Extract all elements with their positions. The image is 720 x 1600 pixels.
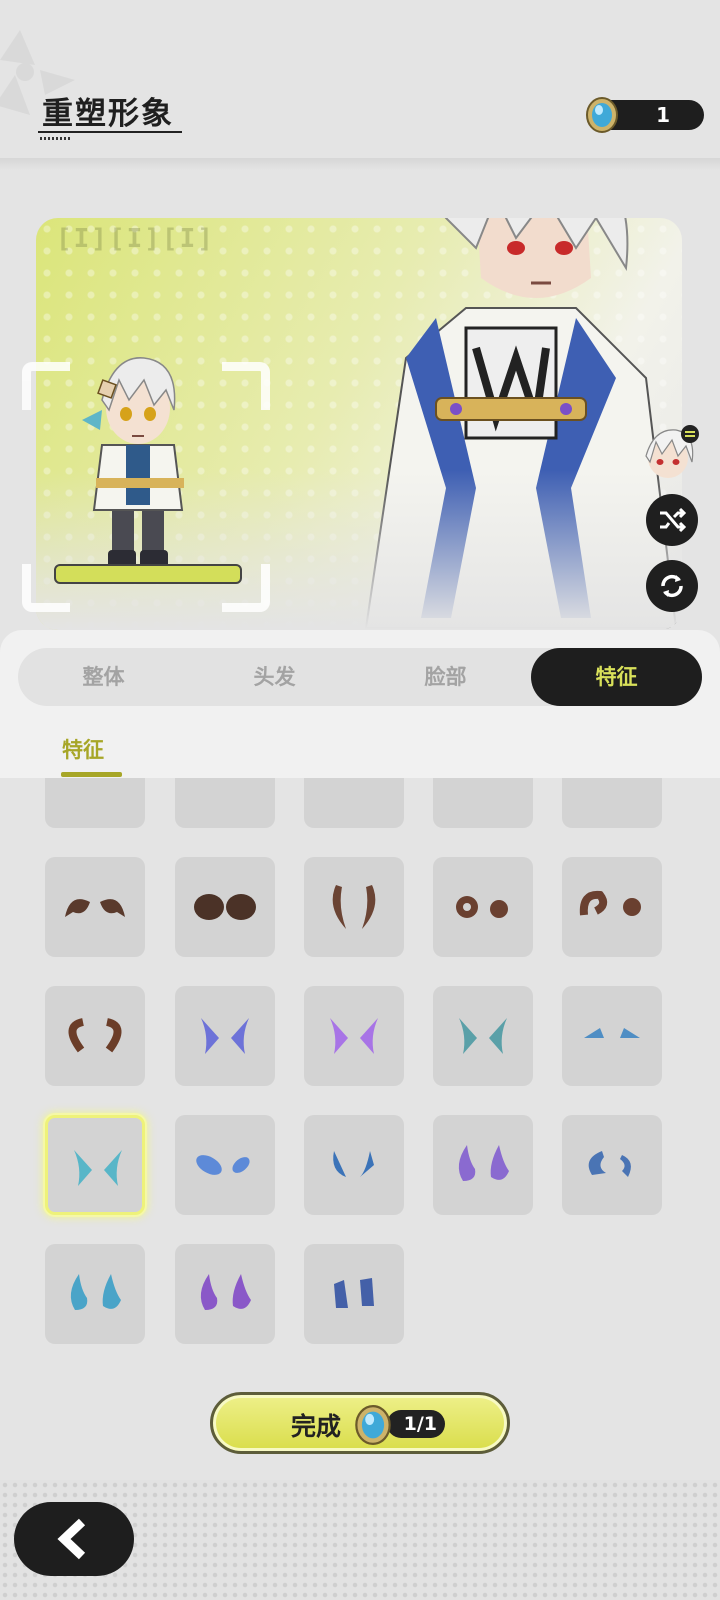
feature-grid — [0, 778, 720, 1348]
feature-item[interactable] — [175, 1115, 275, 1215]
stage-label: [I][I][I] — [56, 224, 215, 254]
ram-horns-icon — [579, 890, 641, 916]
chibi-character[interactable] — [74, 350, 204, 580]
curled-horns-icon — [65, 899, 125, 917]
feather-icon — [333, 1151, 374, 1177]
tab-hair[interactable]: 头发 — [189, 648, 360, 706]
feature-item[interactable] — [45, 1244, 145, 1344]
feature-item[interactable] — [45, 1115, 145, 1215]
tab-face[interactable]: 脸部 — [360, 648, 531, 706]
tab-features[interactable]: 特征 — [531, 648, 702, 706]
item-partial-icon — [562, 778, 662, 828]
feature-item[interactable] — [175, 1244, 275, 1344]
feature-item[interactable] — [175, 778, 275, 828]
done-label: 完成 — [291, 1412, 342, 1441]
feature-item[interactable] — [175, 986, 275, 1086]
flame-horns-icon — [200, 1274, 251, 1310]
wings-icon — [74, 1150, 122, 1186]
currency-value: 1 — [656, 103, 670, 127]
feature-item[interactable] — [304, 778, 404, 828]
claw-horns-icon — [588, 1151, 631, 1177]
refresh-icon — [661, 574, 683, 598]
flame-horns-icon — [458, 1145, 509, 1181]
feature-item[interactable] — [562, 778, 662, 828]
long-horns-icon — [332, 885, 376, 929]
character-pedestal — [54, 564, 242, 584]
wings-icon — [201, 1018, 249, 1054]
title-underline — [38, 131, 182, 133]
item-partial-icon — [433, 778, 533, 828]
feature-item[interactable] — [304, 1115, 404, 1215]
feature-item[interactable] — [45, 986, 145, 1086]
subtab-features[interactable]: 特征 — [62, 734, 104, 764]
frame-corner — [222, 362, 270, 410]
feature-item[interactable] — [562, 1115, 662, 1215]
feature-item[interactable] — [433, 986, 533, 1086]
small-wings-icon — [584, 1028, 640, 1038]
feature-item[interactable] — [433, 857, 533, 957]
feature-item[interactable] — [304, 1244, 404, 1344]
hook-horns-icon — [68, 1018, 122, 1053]
randomize-button[interactable] — [646, 494, 698, 546]
feature-item[interactable] — [45, 778, 145, 828]
feature-item[interactable] — [304, 986, 404, 1086]
category-tab-bar: 整体 头发 脸部 特征 — [18, 648, 702, 706]
feature-item[interactable] — [45, 857, 145, 957]
avatar-portrait-icon[interactable] — [640, 424, 702, 480]
tab-overall[interactable]: 整体 — [18, 648, 189, 706]
frame-corner — [22, 362, 70, 410]
feature-item[interactable] — [433, 1115, 533, 1215]
leaf-wings-icon — [196, 1155, 250, 1175]
crystal-horns-icon — [334, 1278, 374, 1308]
cost-value: 1/1 — [403, 1413, 437, 1435]
crystal-cost-icon — [355, 1405, 391, 1445]
crystal-currency-icon — [586, 97, 618, 133]
wings-icon — [459, 1018, 507, 1054]
wings-icon — [330, 1018, 378, 1054]
subtab-indicator — [61, 772, 122, 777]
reset-button[interactable] — [646, 560, 698, 612]
feature-item[interactable] — [175, 857, 275, 957]
done-button[interactable]: 完成 1/1 — [210, 1392, 510, 1454]
back-button[interactable] — [14, 1502, 134, 1576]
title-dots — [40, 137, 72, 140]
item-partial-icon — [45, 778, 145, 828]
back-arrow-icon — [57, 1518, 86, 1560]
feature-item[interactable] — [562, 986, 662, 1086]
flame-horns-icon — [70, 1274, 121, 1310]
cost-pill: 1/1 — [387, 1410, 445, 1438]
header-shadow — [0, 158, 720, 170]
shuffle-icon — [660, 507, 686, 533]
feature-item[interactable] — [433, 778, 533, 828]
item-partial-icon — [304, 778, 404, 828]
feature-item[interactable] — [304, 857, 404, 957]
page-title: 重塑形象 — [42, 96, 174, 132]
spiral-horns-icon — [456, 896, 508, 918]
round-horns-icon — [194, 894, 256, 920]
item-partial-icon — [175, 778, 275, 828]
feature-item[interactable] — [562, 857, 662, 957]
